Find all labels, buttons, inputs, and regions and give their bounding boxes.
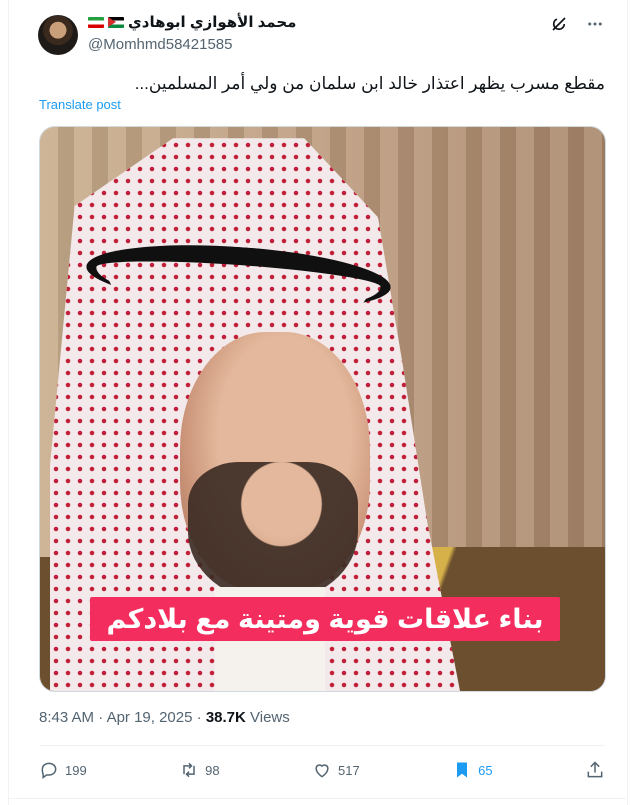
- palestine-flag-icon: [108, 16, 124, 28]
- author-name-row[interactable]: محمد الأهوازي ابوهادي: [88, 13, 296, 31]
- reply-count: 199: [65, 762, 87, 778]
- share-icon: [587, 761, 603, 778]
- action-bar: 199 98 517 65: [39, 757, 605, 783]
- meta-separator: ·: [196, 709, 202, 726]
- iran-flag-icon: [88, 16, 104, 28]
- author-avatar[interactable]: [38, 15, 78, 55]
- bottom-border: [8, 798, 626, 799]
- post-video[interactable]: بناء علاقات قوية ومتينة مع بلادكم: [39, 126, 606, 692]
- repost-count: 98: [205, 762, 220, 778]
- post-top-actions: [549, 14, 605, 34]
- repost-button[interactable]: 98: [179, 760, 220, 780]
- beard: [188, 462, 358, 602]
- video-caption: بناء علاقات قوية ومتينة مع بلادكم: [90, 597, 560, 641]
- post-time[interactable]: 8:43 AM: [39, 709, 94, 726]
- like-count: 517: [337, 762, 360, 778]
- author-handle[interactable]: @Momhmd58421585: [88, 36, 232, 53]
- post-meta: 8:43 AM · Apr 19, 2025 · 38.7K Views: [39, 709, 290, 726]
- author-display-name[interactable]: محمد الأهوازي ابوهادي: [128, 13, 296, 31]
- bookmark-count: 65: [478, 762, 493, 778]
- post-text: مقطع مسرب يظهر اعتذار خالد ابن سلمان من …: [134, 74, 605, 93]
- share-button[interactable]: [585, 760, 605, 780]
- grok-icon[interactable]: [549, 14, 569, 34]
- more-options-icon[interactable]: [585, 14, 605, 34]
- views-label: Views: [250, 709, 290, 726]
- reply-button[interactable]: 199: [39, 760, 87, 780]
- heart-icon: [315, 764, 329, 778]
- divider: [39, 745, 605, 746]
- meta-separator: ·: [98, 709, 104, 726]
- repost-icon: [183, 762, 195, 778]
- post-date[interactable]: Apr 19, 2025: [107, 709, 193, 726]
- like-button[interactable]: 517: [312, 760, 360, 780]
- bookmark-button[interactable]: 65: [452, 760, 493, 780]
- reply-icon: [41, 762, 57, 779]
- bookmark-icon: [457, 762, 468, 778]
- translate-post-link[interactable]: Translate post: [39, 97, 121, 112]
- views-count: 38.7K: [205, 709, 246, 726]
